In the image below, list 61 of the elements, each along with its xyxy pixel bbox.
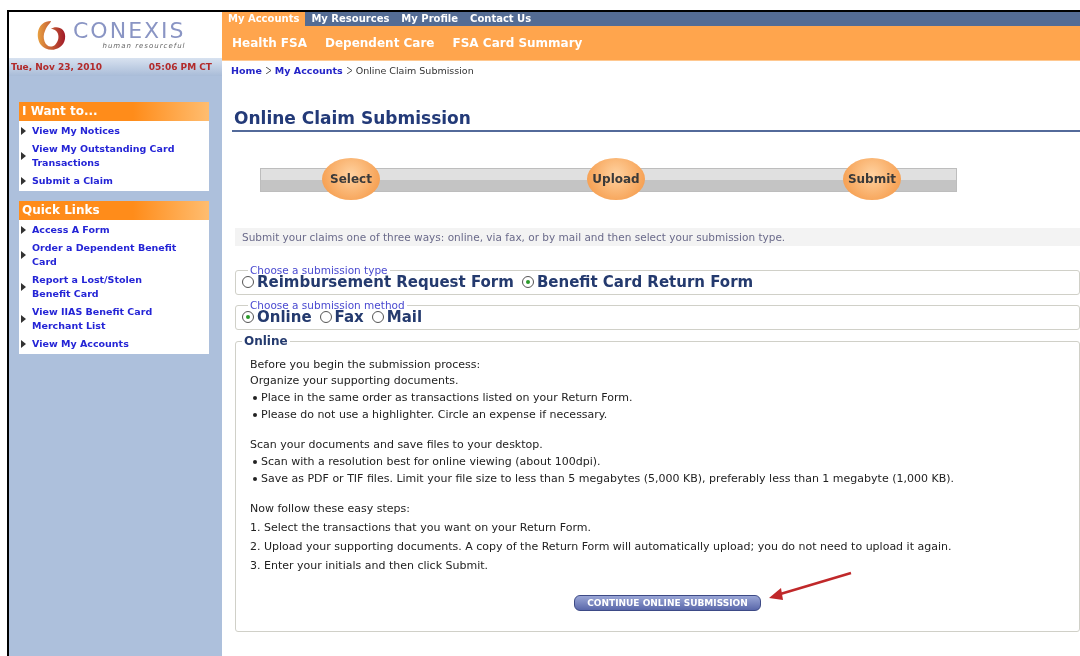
text-line: Scan your documents and save files to your desktop. bbox=[250, 438, 544, 452]
sidebar-link[interactable]: View My Notices bbox=[32, 124, 120, 138]
text-line: Organize your supporting documents. bbox=[250, 374, 460, 388]
sidebar-link[interactable]: Report a Lost/Stolen Benefit Card bbox=[32, 273, 182, 301]
step-marker: Upload bbox=[587, 158, 645, 200]
current-page-text: Online Claim Submission bbox=[355, 65, 474, 76]
sidebar-link[interactable]: View IIAS Benefit Card Merchant List bbox=[32, 305, 182, 333]
sidebar-link[interactable]: View My Accounts bbox=[32, 337, 129, 351]
text-line: Before you begin the submission process: bbox=[250, 358, 482, 372]
triangle-icon bbox=[21, 251, 26, 259]
separator-icon bbox=[346, 67, 352, 74]
fieldset-legend: Choose a submission type bbox=[248, 264, 390, 276]
breadcrumb-link[interactable]: My Accounts bbox=[274, 65, 343, 76]
text-line: Please do not use a highlighter. Circle an expense if necessary. bbox=[261, 408, 608, 422]
radio-button[interactable] bbox=[242, 311, 254, 323]
intro-text: Submit your claims one of three ways: online, via fax, or by mail and then select your submission type. bbox=[235, 228, 1080, 246]
panel-title: Quick Links bbox=[19, 201, 209, 220]
text-line: Place in the same order as transactions listed on your Return Form. bbox=[261, 391, 633, 405]
triangle-icon bbox=[21, 315, 26, 323]
bullet-icon bbox=[253, 477, 257, 481]
text-line: Now follow these easy steps: bbox=[250, 502, 411, 516]
nav-tab[interactable]: My Resources bbox=[305, 12, 396, 26]
nav-tab[interactable]: My Profile bbox=[395, 12, 465, 26]
radio-button[interactable] bbox=[319, 311, 332, 323]
text-line: 1. Select the transactions that you want on your Return Form. bbox=[250, 521, 593, 535]
bullet-icon bbox=[253, 396, 257, 400]
radio-option[interactable]: Benefit Card Return Form bbox=[521, 273, 754, 291]
radio-button[interactable] bbox=[521, 276, 534, 288]
radio-button[interactable] bbox=[371, 311, 384, 323]
radio-button[interactable] bbox=[242, 276, 254, 288]
breadcrumb-link[interactable]: Home bbox=[231, 65, 262, 76]
section-legend: Online bbox=[242, 334, 290, 348]
text-line: Save as PDF or TIF files. Limit your file size to less than 5 megabytes (5,000 KB), preferably less than 1 megabyte (1,000 KB). bbox=[261, 472, 954, 486]
fieldset-legend: Choose a submission method bbox=[248, 299, 407, 311]
triangle-icon bbox=[21, 177, 26, 185]
step-marker: Submit bbox=[843, 158, 901, 200]
logo-name: CONEXIS bbox=[73, 20, 186, 42]
text-line: 3. Enter your initials and then click Submit. bbox=[250, 559, 490, 573]
triangle-icon bbox=[21, 226, 26, 234]
panel-title: I Want to... bbox=[19, 102, 209, 121]
page-title: Online Claim Submission bbox=[232, 108, 1080, 132]
triangle-icon bbox=[21, 127, 26, 135]
date-text: Tue, Nov 23, 2010 bbox=[11, 62, 103, 72]
radio-option[interactable]: Fax bbox=[319, 308, 364, 326]
time-text: 05:06 PM CT bbox=[148, 62, 212, 72]
sidebar-link[interactable]: View My Outstanding Card Transactions bbox=[32, 142, 182, 170]
sidebar-link[interactable]: Submit a Claim bbox=[32, 174, 113, 188]
text-line: Scan with a resolution best for online viewing (about 100dpi). bbox=[261, 455, 601, 469]
text-line: 2. Upload your supporting documents. A copy of the Return Form will automatically upload; you do not need to upload it again. bbox=[250, 540, 953, 554]
sidebar-link[interactable]: Order a Dependent Benefit Card bbox=[32, 241, 182, 269]
sidebar-link[interactable]: Access A Form bbox=[32, 223, 110, 237]
bullet-icon bbox=[253, 413, 257, 417]
triangle-icon bbox=[21, 152, 26, 160]
triangle-icon bbox=[21, 283, 26, 291]
radio-option[interactable]: Mail bbox=[371, 308, 423, 326]
nav-tab[interactable]: Contact Us bbox=[464, 12, 538, 26]
radio-option[interactable]: Online bbox=[242, 308, 312, 326]
bullet-icon bbox=[253, 460, 257, 464]
step-marker: Select bbox=[322, 158, 380, 200]
triangle-icon bbox=[21, 340, 26, 348]
separator-icon bbox=[265, 67, 271, 74]
